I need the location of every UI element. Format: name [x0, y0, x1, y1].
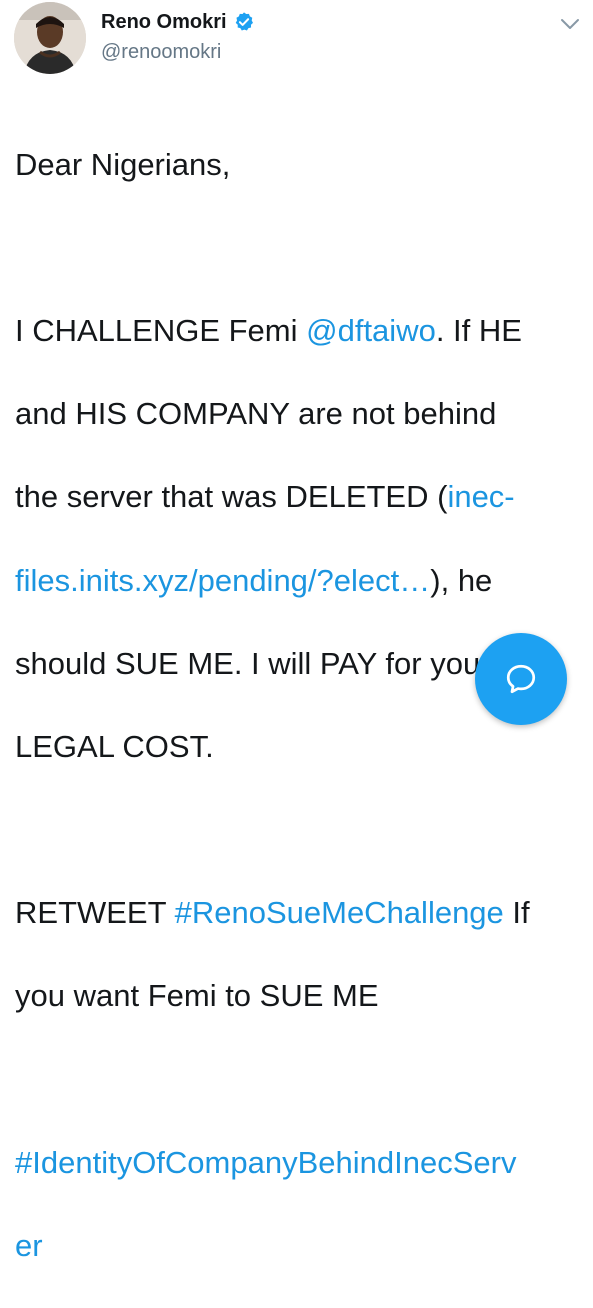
- text-segment: If: [503, 895, 530, 931]
- avatar[interactable]: [14, 2, 86, 74]
- tweet-line: Dear Nigerians,: [15, 144, 585, 186]
- tweet-line: and HIS COMPANY are not behind: [15, 393, 585, 435]
- hashtag-link[interactable]: #IdentityOfCompanyBehindInecServ: [15, 1145, 516, 1180]
- author-name-row[interactable]: Reno Omokri: [101, 8, 255, 36]
- text-segment: RETWEET: [15, 895, 175, 931]
- text-segment: LEGAL COST.: [15, 728, 214, 764]
- text-segment: . If HE: [435, 312, 522, 348]
- text-segment: the server that was DELETED (: [15, 479, 448, 515]
- url-link[interactable]: inec-: [447, 479, 514, 514]
- text-segment: you want Femi to SUE ME: [15, 978, 379, 1014]
- hashtag-link[interactable]: er: [15, 1228, 43, 1263]
- tweet-line: files.inits.xyz/pending/?elect…), he: [15, 560, 585, 602]
- tweet-line: LEGAL COST.: [15, 726, 585, 768]
- tweet-line: the server that was DELETED (inec-: [15, 476, 585, 518]
- hashtag-link[interactable]: #RenoSueMeChallenge: [175, 895, 504, 930]
- text-segment: and HIS COMPANY are not behind: [15, 396, 497, 432]
- tweet-line: RETWEET #RenoSueMeChallenge If: [15, 892, 585, 934]
- tweet-line: I CHALLENGE Femi @dftaiwo. If HE: [15, 310, 585, 352]
- greeting-text: Dear Nigerians,: [15, 146, 231, 182]
- author-handle[interactable]: @renoomokri: [101, 41, 221, 64]
- chevron-down-icon[interactable]: [558, 12, 582, 36]
- text-segment: ), he: [430, 562, 493, 598]
- url-link[interactable]: files.inits.xyz/pending/?elect…: [15, 563, 430, 598]
- tweet-line: you want Femi to SUE ME: [15, 975, 585, 1017]
- mention-link[interactable]: @dftaiwo: [306, 313, 436, 348]
- profile-photo: [14, 2, 86, 74]
- compose-reply-button[interactable]: [475, 633, 567, 725]
- author-display-name[interactable]: Reno Omokri: [101, 11, 227, 34]
- tweet-line: #IdentityOfCompanyBehindInecServ: [15, 1142, 585, 1184]
- verified-badge-icon: [233, 11, 255, 33]
- text-segment: I CHALLENGE Femi: [15, 312, 307, 348]
- chat-bubble-icon: [506, 664, 536, 694]
- text-segment: should SUE ME. I will PAY for your: [15, 645, 491, 681]
- tweet-line: er: [15, 1225, 585, 1267]
